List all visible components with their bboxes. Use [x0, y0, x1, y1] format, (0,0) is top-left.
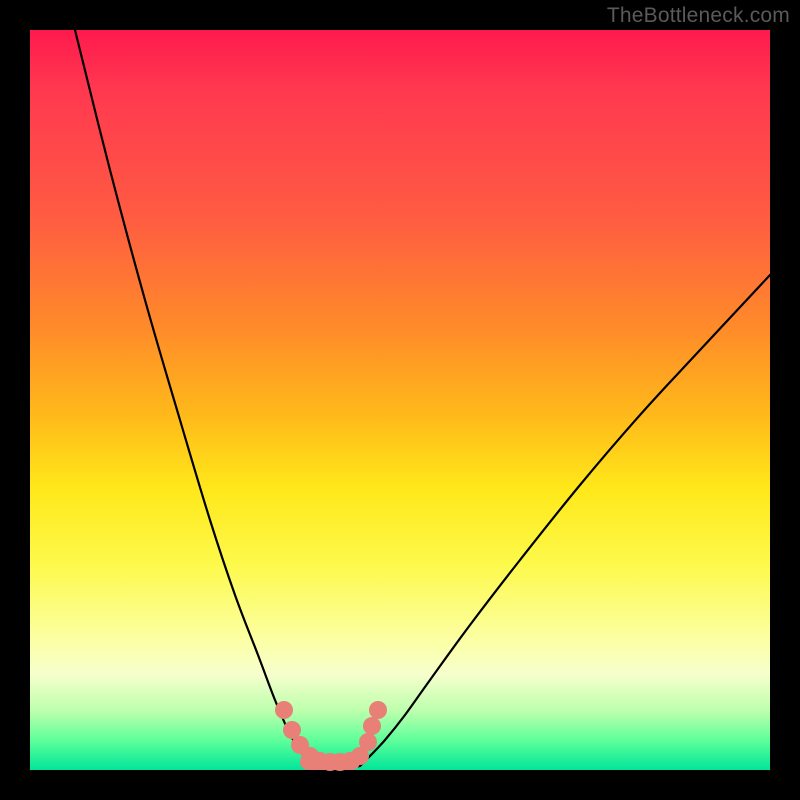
chart-svg	[30, 30, 770, 770]
marker-dot	[369, 701, 387, 719]
right-curve	[360, 275, 770, 766]
marker-group	[275, 701, 387, 771]
marker-dot	[359, 733, 377, 751]
marker-bar	[300, 754, 360, 770]
marker-dot	[363, 717, 381, 735]
watermark-text: TheBottleneck.com	[607, 4, 790, 28]
chart-frame: TheBottleneck.com	[0, 0, 800, 800]
plot-area	[30, 30, 770, 770]
left-curve	[75, 30, 318, 766]
marker-dot	[275, 701, 293, 719]
curve-group	[75, 30, 770, 768]
